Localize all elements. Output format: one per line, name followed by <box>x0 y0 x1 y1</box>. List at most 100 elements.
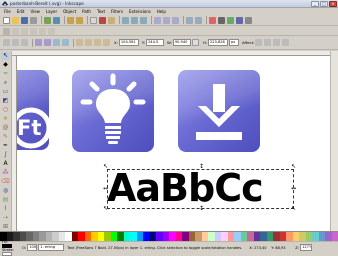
raise-icon[interactable] <box>85 39 92 46</box>
scale-handle-right[interactable]: ↔ <box>291 186 296 191</box>
menu-view[interactable]: View <box>30 9 40 14</box>
rect-tool-icon[interactable]: ▭ <box>1 88 10 96</box>
dropper-tool-icon[interactable]: ⌇ <box>1 205 10 213</box>
box3d-tool-icon[interactable]: ◩ <box>1 97 10 105</box>
copy-icon[interactable] <box>90 17 97 24</box>
snap-guide-icon[interactable] <box>30 28 37 35</box>
export-icon[interactable] <box>53 17 60 24</box>
x-field[interactable]: 104.561 <box>119 39 139 46</box>
close-button[interactable]: × <box>329 1 337 7</box>
maximize-button[interactable]: □ <box>320 1 328 7</box>
undo-icon[interactable] <box>67 17 74 24</box>
raise-top-icon[interactable] <box>76 39 83 46</box>
rotate-cw-icon[interactable] <box>44 39 51 46</box>
menu-filters[interactable]: Filters <box>111 9 123 14</box>
preferences-icon[interactable] <box>245 17 252 24</box>
ungroup-icon[interactable] <box>195 17 202 24</box>
tile-lightbulb[interactable] <box>72 70 154 152</box>
redo-icon[interactable] <box>76 17 83 24</box>
unit-select[interactable]: px <box>229 39 239 46</box>
snap-bbox-icon[interactable] <box>12 28 19 35</box>
lock-icon[interactable] <box>192 39 199 46</box>
snap-grid-icon[interactable] <box>39 28 46 35</box>
pencil-tool-icon[interactable]: ✎ <box>1 133 10 141</box>
zoom-tool-icon[interactable]: ⌕ <box>1 79 10 87</box>
stroke-swatch[interactable] <box>2 252 12 256</box>
y-field[interactable]: 244.5 <box>146 39 164 46</box>
print-icon[interactable] <box>30 17 37 24</box>
affect-gradient-icon[interactable] <box>273 39 280 46</box>
flip-h-icon[interactable] <box>53 39 60 46</box>
eraser-tool-icon[interactable]: ⌫ <box>1 178 10 186</box>
opacity-field[interactable]: 100 <box>27 244 37 251</box>
text-font-icon[interactable] <box>218 17 225 24</box>
spiral-tool-icon[interactable]: @ <box>1 124 10 132</box>
cut-icon[interactable] <box>99 17 106 24</box>
measure-tool-icon[interactable]: ⊞ <box>1 223 10 231</box>
minimize-button[interactable]: _ <box>311 1 319 7</box>
vertical-scrollbar[interactable] <box>330 51 338 231</box>
clone-icon[interactable] <box>163 17 170 24</box>
affect-pattern-icon[interactable] <box>282 39 289 46</box>
select-tool-icon[interactable]: ↖ <box>1 52 10 60</box>
w-field[interactable]: 90.940 <box>173 39 191 46</box>
affect-corners-icon[interactable] <box>264 39 271 46</box>
text-tool-icon[interactable]: A <box>1 160 10 168</box>
menu-object[interactable]: Object <box>63 9 76 14</box>
zoom-page-icon[interactable] <box>140 17 147 24</box>
xml-editor-icon[interactable] <box>227 17 234 24</box>
menu-text[interactable]: Text <box>97 9 105 14</box>
new-document-icon[interactable] <box>3 17 10 24</box>
gradient-tool-icon[interactable]: ▤ <box>1 196 10 204</box>
tile-download[interactable] <box>178 70 260 152</box>
layer-select[interactable]: 1. erling <box>38 244 64 251</box>
sample-text-object[interactable]: AaBbCc <box>107 166 263 210</box>
ellipse-tool-icon[interactable]: ○ <box>1 106 10 114</box>
lower-bottom-icon[interactable] <box>103 39 110 46</box>
menu-layer[interactable]: Layer <box>46 9 57 14</box>
fill-stroke-indicator[interactable]: Fill: Stroke: <box>2 240 18 256</box>
deselect-icon[interactable] <box>21 39 28 46</box>
save-icon[interactable] <box>21 17 28 24</box>
snap-page-icon[interactable] <box>48 28 55 35</box>
paste-icon[interactable] <box>108 17 115 24</box>
tweak-tool-icon[interactable]: ≈ <box>1 70 10 78</box>
canvas[interactable]: Ft <box>17 56 330 231</box>
fill-stroke-icon[interactable] <box>209 17 216 24</box>
menu-path[interactable]: Path <box>82 9 91 14</box>
select-all-icon[interactable] <box>3 39 10 46</box>
menu-edit[interactable]: Edit <box>17 9 25 14</box>
open-icon[interactable] <box>12 17 19 24</box>
star-tool-icon[interactable]: ★ <box>1 115 10 123</box>
rotate-ccw-icon[interactable] <box>35 39 42 46</box>
scale-handle-bottom-right[interactable]: ↖ <box>291 206 296 211</box>
scale-handle-top-right[interactable]: ↖ <box>291 164 296 169</box>
affect-stroke-icon[interactable] <box>255 39 262 46</box>
menu-help[interactable]: Help <box>157 9 166 14</box>
tile-ft[interactable]: Ft <box>17 70 49 150</box>
lower-icon[interactable] <box>94 39 101 46</box>
zoom-selection-icon[interactable] <box>122 17 129 24</box>
align-distribute-icon[interactable] <box>236 17 243 24</box>
zoom-drawing-icon[interactable] <box>131 17 138 24</box>
import-icon[interactable] <box>44 17 51 24</box>
unlink-clone-icon[interactable] <box>172 17 179 24</box>
menu-file[interactable]: File <box>4 9 11 14</box>
zoom-field[interactable]: 127% <box>300 244 312 251</box>
snap-nodes-icon[interactable] <box>21 28 28 35</box>
snap-enable-icon[interactable] <box>3 28 10 35</box>
spray-tool-icon[interactable]: ⁂ <box>1 169 10 177</box>
calligraphy-tool-icon[interactable]: ∫ <box>1 151 10 159</box>
connector-tool-icon[interactable]: ⇢ <box>1 214 10 222</box>
bucket-tool-icon[interactable]: ◍ <box>1 187 10 195</box>
flip-v-icon[interactable] <box>62 39 69 46</box>
duplicate-icon[interactable] <box>154 17 161 24</box>
w-label: W: <box>167 40 172 45</box>
node-tool-icon[interactable]: ◆ <box>1 61 10 69</box>
palette-swatch[interactable] <box>332 232 338 241</box>
menu-extensions[interactable]: Extensions <box>129 9 151 14</box>
group-icon[interactable] <box>186 17 193 24</box>
pen-tool-icon[interactable]: ✒ <box>1 142 10 150</box>
h-field[interactable]: 223.826 <box>208 39 228 46</box>
select-all-layers-icon[interactable] <box>12 39 19 46</box>
